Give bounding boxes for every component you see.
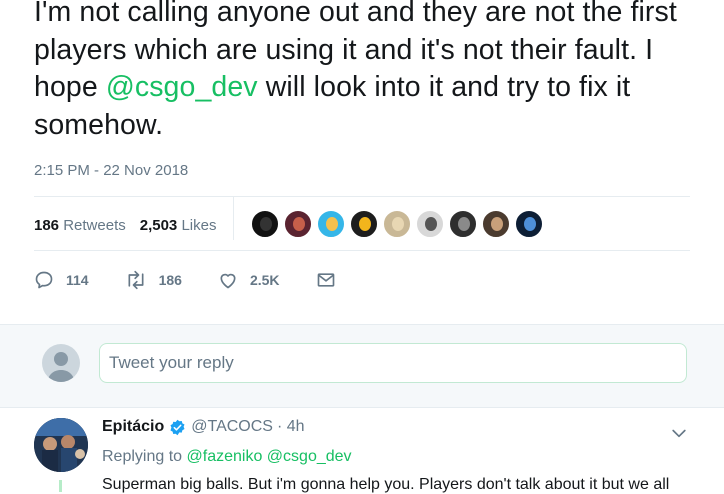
message-action[interactable] [316,270,348,290]
avatar-7[interactable] [449,210,477,238]
likes-label: Likes [181,216,217,234]
heart-icon [220,273,236,289]
reply-body: Superman big balls. But i'm gonna help y… [102,476,670,493]
retweet-count: 186 [158,272,182,288]
avatar-2-face [293,217,305,231]
likes-count: 2,503 [139,216,178,234]
avatar-5[interactable] [383,210,411,238]
avatar-8[interactable] [482,210,510,238]
avatar-7-face [458,217,470,231]
reply-input[interactable] [99,343,687,383]
stats-divider [233,196,234,240]
reply-author-avatar[interactable] [34,418,88,472]
retweets-count: 186 [34,216,60,234]
mention-link[interactable]: @csgo_dev [106,71,258,103]
reply-author-handle[interactable]: @TACOCS [191,418,273,436]
tweet-stats: 186 Retweets 2,503 Likes [34,208,230,242]
avatar-4-face [359,217,371,231]
like-count: 2.5K [249,272,280,288]
reply-time[interactable]: · 4h [277,418,305,436]
replying-label: Replying to [102,448,183,465]
avatar-1[interactable] [251,210,279,238]
chevron-down-icon[interactable] [669,423,689,443]
thread-line [59,480,62,492]
retweet-action[interactable]: 186 [125,270,182,290]
avatar-6-face [425,217,437,231]
tweet-timestamp[interactable]: 2:15 PM - 22 Nov 2018 [34,162,188,179]
avatar-9-face [524,217,536,231]
divider-bottom [34,250,690,251]
avatar-6[interactable] [416,210,444,238]
avatar-5-face [392,217,404,231]
replying-mention-2[interactable]: @csgo_dev [267,448,352,465]
avatar-9[interactable] [515,210,543,238]
reply-header: Epitácio @TACOCS · 4h [102,418,305,436]
avatar-8-face [491,217,503,231]
like-action[interactable]: 2.5K [218,270,280,290]
reply-action[interactable]: 114 [34,270,89,290]
retweets-stat[interactable]: 186 Retweets [34,217,126,234]
tweet-text: I'm not calling anyone out and they are … [34,0,714,144]
verified-badge-icon [170,419,185,435]
replying-to: Replying to @fazeniko @csgo_dev [102,448,352,466]
divider-top [34,196,690,197]
retweet-icon [128,270,144,290]
tweet-actions: 114 186 2.5K [34,266,384,294]
retweets-label: Retweets [63,216,126,234]
avatar-1-face [260,217,272,231]
reply-author-name[interactable]: Epitácio [102,418,164,436]
avatar-3-face [326,217,338,231]
envelope-icon [317,273,334,287]
reply-count: 114 [66,272,89,288]
user-avatar [42,344,80,382]
replying-mention-1[interactable]: @fazeniko [187,448,263,465]
reply-icon [35,271,53,289]
avatar-3[interactable] [317,210,345,238]
avatar-4[interactable] [350,210,378,238]
likes-stat[interactable]: 2,503 Likes [140,217,217,234]
avatar-2[interactable] [284,210,312,238]
liker-avatars [251,210,548,238]
